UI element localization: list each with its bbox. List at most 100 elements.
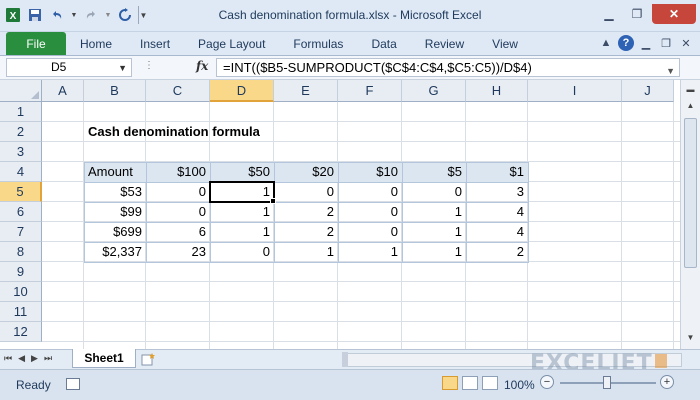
scroll-up-icon[interactable]: ▲ bbox=[683, 98, 698, 113]
help-icon[interactable]: ? bbox=[618, 35, 634, 51]
column-header-b[interactable]: B bbox=[84, 80, 146, 102]
name-box-value: D5 bbox=[51, 60, 67, 74]
table-cell-border bbox=[146, 202, 211, 223]
table-cell-border bbox=[402, 162, 467, 183]
table-cell-border bbox=[402, 182, 467, 203]
table-cell-border bbox=[84, 162, 147, 183]
ribbon-tabs: File Home Insert Page Layout Formulas Da… bbox=[0, 32, 700, 56]
expand-formula-bar-icon[interactable]: ▼ bbox=[666, 63, 675, 80]
scroll-down-icon[interactable]: ▼ bbox=[683, 330, 698, 345]
vertical-scrollbar[interactable]: ▬ ▲ ▼ bbox=[680, 80, 700, 349]
zoom-slider-thumb[interactable] bbox=[603, 376, 611, 389]
tab-split-handle[interactable] bbox=[342, 352, 348, 367]
row-header-5[interactable]: 5 bbox=[0, 182, 42, 202]
first-sheet-icon[interactable]: ⏮ bbox=[4, 353, 12, 364]
table-cell-border bbox=[274, 242, 339, 263]
table-cell-border bbox=[466, 222, 529, 243]
workbook-restore-icon[interactable]: ❐ bbox=[658, 35, 674, 51]
workbook-close-icon[interactable]: ✕ bbox=[678, 35, 694, 51]
row-header-8[interactable]: 8 bbox=[0, 242, 42, 262]
prev-sheet-icon[interactable]: ◀ bbox=[18, 353, 25, 364]
table-cell-border bbox=[466, 242, 529, 263]
row-header-2[interactable]: 2 bbox=[0, 122, 42, 142]
table-cell-border bbox=[146, 182, 211, 203]
table-cell-border bbox=[274, 182, 339, 203]
table-cell-border bbox=[338, 202, 403, 223]
title-bar: X ▼ ▼ ▼ Cash denomination formula.xlsx -… bbox=[0, 0, 700, 32]
macro-record-icon[interactable] bbox=[66, 378, 80, 390]
zoom-level[interactable]: 100% bbox=[504, 378, 535, 392]
sheet-tabs-bar: ⏮ ◀ ▶ ⏭ Sheet1 EXCELJET bbox=[0, 349, 700, 376]
name-box[interactable]: D5 ▼ bbox=[6, 58, 132, 77]
row-header-1[interactable]: 1 bbox=[0, 102, 42, 122]
split-box-icon[interactable]: ▬ bbox=[683, 82, 698, 97]
page-layout-view-icon[interactable] bbox=[462, 376, 478, 390]
row-header-12[interactable]: 12 bbox=[0, 322, 42, 342]
vertical-scroll-thumb[interactable] bbox=[684, 118, 697, 268]
close-icon[interactable]: ✕ bbox=[652, 4, 696, 24]
tab-formulas[interactable]: Formulas bbox=[279, 32, 357, 55]
table-cell-border bbox=[338, 182, 403, 203]
table-cell-border bbox=[466, 162, 529, 183]
formula-bar-controls: ⋮ fx bbox=[140, 58, 210, 77]
select-all-icon bbox=[31, 91, 39, 99]
row-header-10[interactable]: 10 bbox=[0, 282, 42, 302]
minimize-icon[interactable]: ▁ bbox=[596, 4, 622, 24]
minimize-ribbon-icon[interactable]: ▲ bbox=[598, 35, 614, 51]
table-cell-border bbox=[84, 182, 147, 203]
tab-view[interactable]: View bbox=[478, 32, 532, 55]
tab-file[interactable]: File bbox=[6, 32, 66, 55]
worksheet-grid[interactable]: A B C D E F G H I J 1 2 3 4 5 6 7 8 9 10 11 12 Cash denominati… bbox=[0, 80, 680, 349]
active-cell-border[interactable] bbox=[209, 181, 275, 203]
table-cell-border bbox=[274, 222, 339, 243]
tab-review[interactable]: Review bbox=[411, 32, 478, 55]
row-gridline bbox=[42, 341, 680, 342]
table-cell-border bbox=[210, 162, 275, 183]
table-cell-border bbox=[402, 242, 467, 263]
tab-insert[interactable]: Insert bbox=[126, 32, 184, 55]
select-all-button[interactable] bbox=[0, 80, 42, 102]
tab-page-layout[interactable]: Page Layout bbox=[184, 32, 279, 55]
workbook-minimize-icon[interactable]: ▁ bbox=[638, 35, 654, 51]
table-cell-border bbox=[84, 242, 147, 263]
fill-handle[interactable] bbox=[270, 198, 276, 204]
insert-function-icon[interactable]: fx bbox=[196, 59, 208, 73]
column-header-j[interactable]: J bbox=[622, 80, 674, 102]
column-gridline bbox=[673, 102, 674, 349]
zoom-out-icon[interactable]: − bbox=[540, 375, 554, 389]
column-header-c[interactable]: C bbox=[146, 80, 210, 102]
window-title: Cash denomination formula.xlsx - Microso… bbox=[218, 8, 482, 22]
watermark-logo-icon bbox=[655, 354, 667, 368]
page-break-view-icon[interactable] bbox=[482, 376, 498, 390]
row-header-7[interactable]: 7 bbox=[0, 222, 42, 242]
column-header-h[interactable]: H bbox=[466, 80, 528, 102]
row-header-3[interactable]: 3 bbox=[0, 142, 42, 162]
column-header-f[interactable]: F bbox=[338, 80, 402, 102]
formula-text: =INT(($B5-SUMPRODUCT($C$4:C$4,$C5:C5))/D… bbox=[223, 60, 532, 75]
next-sheet-icon[interactable]: ▶ bbox=[31, 353, 38, 364]
tab-sheet1[interactable]: Sheet1 bbox=[72, 349, 136, 368]
row-header-4[interactable]: 4 bbox=[0, 162, 42, 182]
tab-home[interactable]: Home bbox=[66, 32, 126, 55]
formula-input[interactable]: =INT(($B5-SUMPRODUCT($C$4:C$4,$C5:C5))/D… bbox=[216, 58, 680, 77]
resize-handle-icon[interactable]: ⋮ bbox=[144, 60, 154, 71]
column-header-d[interactable]: D bbox=[210, 80, 274, 102]
last-sheet-icon[interactable]: ⏭ bbox=[44, 353, 52, 364]
row-header-6[interactable]: 6 bbox=[0, 202, 42, 222]
column-header-g[interactable]: G bbox=[402, 80, 466, 102]
restore-icon[interactable]: ❐ bbox=[624, 4, 650, 24]
name-box-dropdown-icon[interactable]: ▼ bbox=[118, 60, 127, 77]
sheet-title[interactable]: Cash denomination formula bbox=[88, 122, 260, 142]
row-header-11[interactable]: 11 bbox=[0, 302, 42, 322]
table-cell-border bbox=[84, 222, 147, 243]
column-header-e[interactable]: E bbox=[274, 80, 338, 102]
tab-data[interactable]: Data bbox=[357, 32, 410, 55]
insert-sheet-icon[interactable] bbox=[140, 352, 158, 366]
table-cell-border bbox=[210, 242, 275, 263]
row-gridline bbox=[42, 281, 680, 282]
row-header-9[interactable]: 9 bbox=[0, 262, 42, 282]
column-header-a[interactable]: A bbox=[42, 80, 84, 102]
zoom-in-icon[interactable]: + bbox=[660, 375, 674, 389]
normal-view-icon[interactable] bbox=[442, 376, 458, 390]
column-header-i[interactable]: I bbox=[528, 80, 622, 102]
